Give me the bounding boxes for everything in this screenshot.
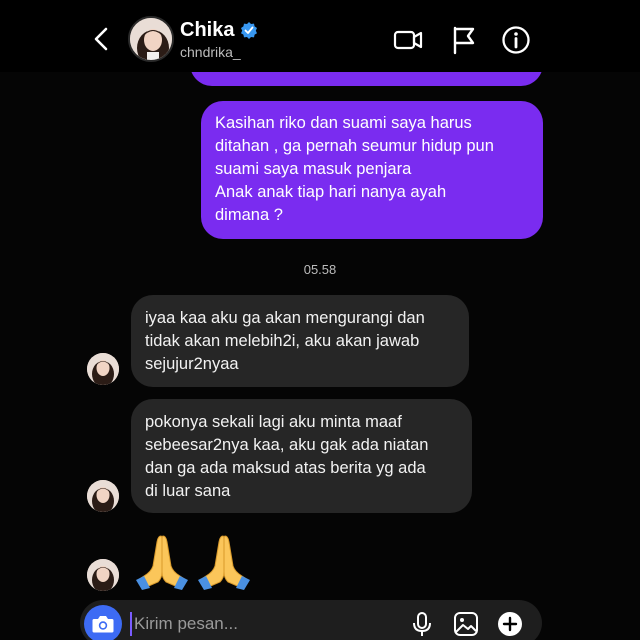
message-text-line: tidak akan melebih2i, aku akan jawab	[145, 332, 420, 350]
message-text-line: Kasihan riko dan suami saya harus	[215, 114, 472, 132]
message-text-line: dan ga ada maksud atas berita yg ada	[145, 459, 426, 477]
chat-header: Chika chndrika_	[0, 0, 640, 72]
message-text-line: sebeesar2nya kaa, aku gak ada niatan	[145, 436, 429, 454]
message-text-line: iyaa kaa aku ga akan mengurangi dan	[145, 309, 425, 327]
message-text-line: ditahan , ga pernah seumur hidup pun	[215, 137, 494, 155]
message-text-line: dimana ?	[215, 206, 283, 224]
message-timestamp: 05.58	[303, 262, 337, 277]
microphone-icon[interactable]	[408, 610, 436, 638]
message-input[interactable]	[130, 612, 390, 636]
plus-icon[interactable]	[496, 610, 524, 638]
message-emoji[interactable]	[134, 532, 252, 590]
back-icon[interactable]	[88, 24, 116, 54]
message-text-line: Anak anak tiap hari nanya ayah	[215, 183, 447, 201]
message-bubble-incoming[interactable]: iyaa kaa aku ga akan mengurangi dan tida…	[131, 295, 469, 387]
camera-icon	[92, 616, 114, 633]
message-thread[interactable]: Kasihan riko dan suami saya harus ditaha…	[0, 72, 640, 597]
message-text-line: suami saya masuk penjara	[215, 160, 412, 178]
chat-title-block[interactable]: Chika chndrika_	[180, 18, 258, 60]
contact-name: Chika	[180, 19, 235, 41]
message-bubble-incoming[interactable]: pokonya sekali lagi aku minta maaf sebee…	[131, 399, 472, 513]
verified-badge-icon	[241, 22, 258, 39]
sender-avatar[interactable]	[87, 353, 119, 385]
gallery-icon[interactable]	[452, 610, 480, 638]
video-call-icon[interactable]	[392, 24, 424, 56]
avatar[interactable]	[128, 16, 174, 62]
message-composer	[80, 600, 542, 640]
message-text-line: di luar sana	[145, 482, 231, 500]
folded-hands-icon	[136, 535, 188, 590]
flag-icon[interactable]	[448, 24, 480, 56]
contact-username: chndrika_	[180, 44, 241, 60]
sender-avatar[interactable]	[87, 480, 119, 512]
info-icon[interactable]	[500, 24, 532, 56]
chat-screen: Chika chndrika_ Kasihan riko dan suami s…	[0, 0, 640, 640]
message-text-line: pokonya sekali lagi aku minta maaf	[145, 413, 402, 431]
sender-avatar[interactable]	[87, 559, 119, 591]
message-text-line: sejujur2nyaa	[145, 355, 239, 373]
message-bubble-outgoing-previous[interactable]	[190, 72, 543, 86]
message-bubble-outgoing[interactable]: Kasihan riko dan suami saya harus ditaha…	[201, 101, 543, 239]
folded-hands-icon	[198, 535, 250, 590]
camera-button[interactable]	[84, 605, 122, 640]
